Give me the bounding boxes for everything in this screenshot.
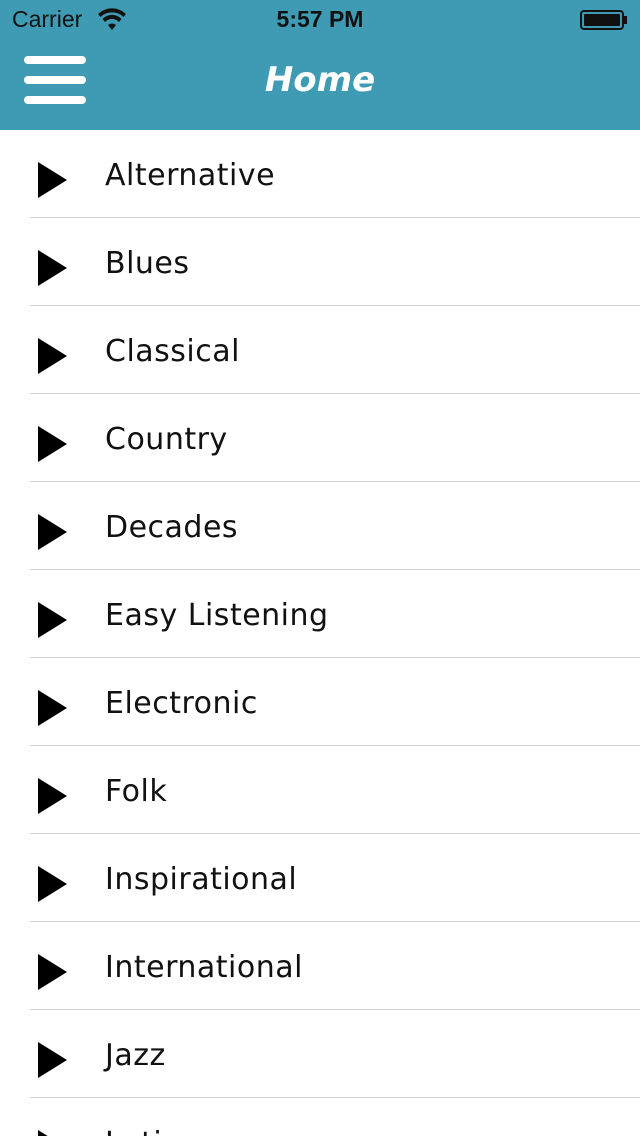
list-item[interactable]: Latin <box>0 1098 640 1136</box>
list-item-label: Country <box>105 422 228 457</box>
list-item[interactable]: Electronic <box>0 658 640 746</box>
list-item[interactable]: Decades <box>0 482 640 570</box>
list-item[interactable]: Alternative <box>0 130 640 218</box>
list-item-label: International <box>105 950 303 985</box>
nav-header: Carrier 5:57 PM Home <box>0 0 640 130</box>
list-item[interactable]: Classical <box>0 306 640 394</box>
list-item-label: Blues <box>105 246 190 281</box>
list-item-label: Classical <box>105 334 240 369</box>
play-icon <box>38 162 67 198</box>
list-item-label: Decades <box>105 510 239 545</box>
play-icon <box>38 602 67 638</box>
list-item[interactable]: International <box>0 922 640 1010</box>
genre-list: Alternative Blues Classical Country Decades E… <box>0 130 640 1136</box>
play-icon <box>38 514 67 550</box>
status-time: 5:57 PM <box>276 6 364 32</box>
play-icon <box>38 954 67 990</box>
play-icon <box>38 1042 67 1078</box>
list-item-label: Electronic <box>105 686 258 721</box>
battery-icon <box>580 10 627 30</box>
list-item-label: Folk <box>105 774 168 809</box>
list-item-label: Latin <box>105 1126 182 1136</box>
play-icon <box>38 426 67 462</box>
play-icon <box>38 338 67 374</box>
list-item[interactable]: Blues <box>0 218 640 306</box>
play-icon <box>38 866 67 902</box>
play-icon <box>38 690 67 726</box>
list-item-label: Alternative <box>105 158 276 193</box>
list-item[interactable]: Country <box>0 394 640 482</box>
list-item[interactable]: Folk <box>0 746 640 834</box>
list-item[interactable]: Jazz <box>0 1010 640 1098</box>
list-item-label: Easy Listening <box>105 598 329 633</box>
play-icon <box>38 1130 67 1136</box>
list-item-label: Jazz <box>105 1038 166 1073</box>
list-item[interactable]: Easy Listening <box>0 570 640 658</box>
list-item-label: Inspirational <box>105 862 298 897</box>
page-title: Home <box>264 60 376 100</box>
status-bar: Carrier 5:57 PM <box>0 0 640 40</box>
list-item[interactable]: Inspirational <box>0 834 640 922</box>
play-icon <box>38 250 67 286</box>
play-icon <box>38 778 67 814</box>
